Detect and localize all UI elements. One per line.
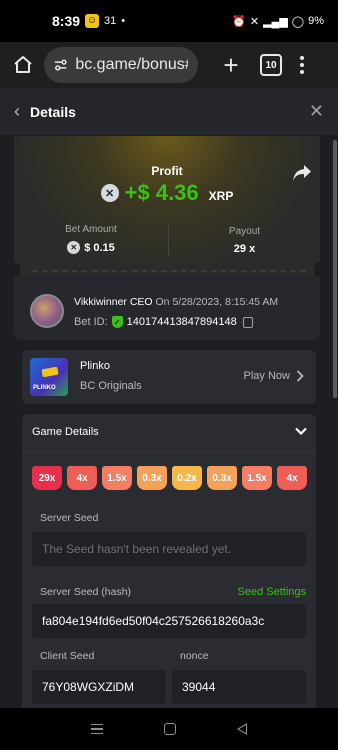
server-seed-hash-field[interactable]: fa804e194fd6ed50f04c257526618260a3c: [32, 604, 306, 638]
app-notification-icon: ☺: [85, 14, 100, 28]
status-time: 8:39: [52, 13, 81, 29]
status-bar: 8:39 ☺ 31 • ⏰ ✕ ▂▄▆ ◯ 9%: [0, 0, 338, 42]
thumbnail-label: PLINKO: [33, 385, 56, 391]
bet-timestamp: On 5/28/2023, 8:15:45 AM: [155, 296, 279, 308]
game-provider: BC Originals: [80, 380, 142, 392]
payout-value: 29 x: [233, 243, 256, 255]
scrollbar-track[interactable]: [332, 136, 338, 708]
bet-amount-column: Bet Amount ✕ $ 0.15: [14, 224, 168, 254]
profit-card: Profit ✕ +$ 4.36 XRP Bet Amount ✕ $ 0.15…: [14, 136, 320, 276]
payout-column: Payout 29 x: [169, 226, 320, 255]
close-icon[interactable]: ✕: [309, 101, 324, 122]
url-bar[interactable]: bc.game/bonus#: [44, 47, 198, 83]
server-seed-hash-label: Server Seed (hash): [40, 586, 132, 598]
multiplier-cell: 1.5x: [102, 466, 132, 490]
browser-toolbar: bc.game/bonus# + 10: [0, 42, 338, 88]
tab-switcher-button[interactable]: 10: [260, 54, 282, 76]
mute-icon: ✕: [249, 15, 260, 28]
page-title: Details: [30, 103, 76, 120]
ticket-divider: [32, 270, 306, 272]
chevron-down-icon[interactable]: [294, 424, 308, 438]
home-icon: [14, 56, 32, 73]
home-nav-button[interactable]: [163, 723, 176, 735]
back-chevron-icon[interactable]: ‹: [14, 101, 20, 122]
xrp-coin-icon: ✕: [100, 184, 119, 202]
bet-amount-value: $ 0.15: [84, 241, 115, 254]
notification-count: 31: [104, 15, 117, 27]
multiplier-cell: 4x: [277, 466, 307, 490]
nonce-field[interactable]: 39044: [172, 670, 306, 704]
avatar[interactable]: [30, 294, 64, 328]
game-card[interactable]: PLINKO Plinko BC Originals Play Now: [22, 350, 316, 404]
play-now-button[interactable]: Play Now: [244, 370, 304, 382]
scrollbar-thumb[interactable]: [333, 140, 337, 398]
multiplier-cell: 0.2x: [172, 466, 202, 490]
user-card: Vikkiwinner CEO On 5/28/2023, 8:15:45 AM…: [14, 276, 320, 340]
xrp-coin-icon: ✕: [67, 241, 81, 254]
thumbnail-chip-shape: [41, 366, 59, 378]
game-name: Plinko: [80, 360, 110, 372]
play-now-label: Play Now: [243, 370, 290, 382]
multiplier-cell: 4x: [67, 466, 97, 490]
verified-shield-icon: ✓: [111, 316, 123, 328]
recent-apps-button[interactable]: [90, 723, 103, 735]
back-nav-button[interactable]: [237, 723, 248, 735]
profit-value: +$ 4.36: [124, 180, 199, 205]
multiplier-cell: 29x: [32, 466, 62, 490]
bet-id-value: 140174413847894148: [126, 316, 237, 328]
signal-icon: ▂▄▆: [263, 15, 288, 28]
multiplier-cell: 1.5x: [242, 466, 272, 490]
client-seed-value: 76Y08WGXZiDM: [42, 680, 135, 694]
multiplier-cell: 0.3x: [137, 466, 167, 490]
payout-label: Payout: [228, 226, 261, 237]
game-details-panel: Game Details 29x 4x 1.5x 0.3x 0.2x 0.3x …: [22, 414, 316, 708]
profit-currency: XRP: [208, 188, 234, 203]
battery-icon: ◯: [291, 15, 305, 28]
browser-menu-button[interactable]: [300, 56, 304, 74]
share-icon[interactable]: [292, 164, 312, 182]
url-text: bc.game/bonus#: [75, 56, 188, 73]
user-line: Vikkiwinner CEO On 5/28/2023, 8:15:45 AM: [74, 296, 278, 308]
bet-amount-label: Bet Amount: [65, 224, 117, 235]
server-seed-field[interactable]: The Seed hasn't been revealed yet.: [32, 532, 306, 566]
game-details-title[interactable]: Game Details: [32, 426, 99, 438]
server-seed-hash-value: fa804e194fd6ed50f04c257526618260a3c: [42, 614, 265, 628]
alarm-icon: ⏰: [232, 15, 246, 28]
copy-icon[interactable]: [242, 316, 253, 328]
details-content: Profit ✕ +$ 4.36 XRP Bet Amount ✕ $ 0.15…: [0, 136, 338, 708]
system-nav-bar: [0, 708, 338, 750]
bet-amount-row: ✕ $ 0.15: [14, 241, 168, 254]
details-header: ‹ Details ✕: [0, 88, 338, 136]
seed-settings-link[interactable]: Seed Settings: [238, 586, 307, 598]
home-button[interactable]: [8, 50, 38, 80]
multiplier-cell: 0.3x: [207, 466, 237, 490]
bet-id-line: Bet ID: ✓ 140174413847894148: [74, 316, 253, 328]
client-seed-label: Client Seed: [40, 650, 95, 662]
nonce-value: 39044: [182, 680, 216, 694]
username[interactable]: Vikkiwinner CEO: [74, 296, 153, 308]
profit-label: Profit: [151, 164, 183, 178]
profit-row: ✕ +$ 4.36 XRP: [14, 180, 320, 206]
game-thumbnail: PLINKO: [30, 358, 68, 396]
nonce-label: nonce: [180, 650, 209, 662]
site-info-icon: [54, 59, 67, 71]
bet-id-label: Bet ID:: [74, 316, 108, 328]
section-divider: [22, 452, 316, 453]
server-seed-placeholder: The Seed hasn't been revealed yet.: [42, 542, 232, 556]
new-tab-button[interactable]: +: [218, 52, 244, 78]
more-notifications-icon: •: [121, 15, 126, 27]
client-seed-field[interactable]: 76Y08WGXZiDM: [32, 670, 166, 704]
multiplier-row: 29x 4x 1.5x 0.3x 0.2x 0.3x 1.5x 4x: [32, 466, 322, 490]
chevron-right-icon: [296, 370, 304, 382]
server-seed-label: Server Seed: [40, 512, 99, 524]
battery-percent: 9%: [308, 15, 324, 27]
